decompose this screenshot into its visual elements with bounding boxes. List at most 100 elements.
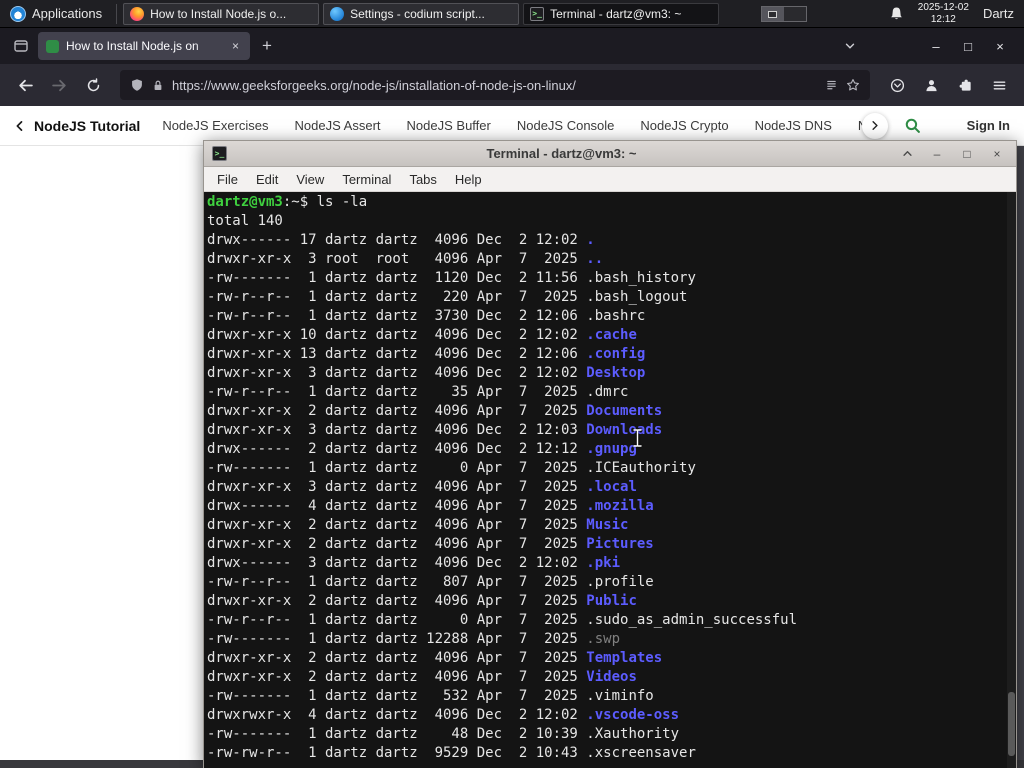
terminal-minimize-button[interactable]: – — [926, 144, 948, 164]
file-attributes: -rw------- 1 dartz dartz 1120 Dec 2 11:5… — [207, 270, 587, 286]
terminal-maximize-button[interactable]: □ — [956, 144, 978, 164]
subnav-item[interactable]: NodeJS Console — [517, 118, 615, 133]
file-name: .swp — [586, 631, 621, 647]
file-name: Templates — [586, 650, 663, 666]
terminal-output-line: drwxr-xr-x 2 dartz dartz 4096 Apr 7 2025… — [207, 649, 1016, 668]
file-name: Public — [586, 593, 637, 609]
menu-help[interactable]: Help — [446, 172, 491, 187]
browser-maximize-button[interactable]: □ — [952, 31, 984, 61]
subnav-item[interactable]: NodeJS Assert — [295, 118, 381, 133]
taskbar-window-settings[interactable]: Settings - codium script... — [323, 2, 520, 25]
menu-view[interactable]: View — [287, 172, 333, 187]
menu-file[interactable]: File — [208, 172, 247, 187]
notification-bell-icon[interactable] — [889, 6, 904, 21]
terminal-output-line: drwx------ 3 dartz dartz 4096 Dec 2 12:0… — [207, 554, 1016, 573]
file-attributes: drwx------ 17 dartz dartz 4096 Dec 2 12:… — [207, 232, 587, 248]
terminal-scrollbar[interactable] — [1007, 192, 1016, 768]
sign-in-button[interactable]: Sign In — [967, 118, 1010, 133]
forward-button[interactable] — [44, 70, 74, 100]
taskbar-window-terminal[interactable]: >_ Terminal - dartz@vm3: ~ — [523, 2, 720, 25]
terminal-titlebar[interactable]: >_ Terminal - dartz@vm3: ~ – □ × — [204, 141, 1016, 167]
file-attributes: -rw------- 1 dartz dartz 48 Dec 2 10:39 — [207, 726, 587, 742]
terminal-close-button[interactable]: × — [986, 144, 1008, 164]
subnav-item[interactable]: NodeJS Buffer — [407, 118, 491, 133]
reload-button[interactable] — [78, 70, 108, 100]
terminal-output-line: -rw------- 1 dartz dartz 48 Dec 2 10:39 … — [207, 725, 1016, 744]
menu-tabs[interactable]: Tabs — [400, 172, 445, 187]
url-bar[interactable]: https://www.geeksforgeeks.org/node-js/in… — [120, 70, 870, 100]
terminal-window-icon[interactable]: >_ — [212, 146, 227, 161]
menu-edit[interactable]: Edit — [247, 172, 287, 187]
browser-tab-active[interactable]: How to Install Node.js on × — [38, 32, 250, 60]
taskbar-status-area: 2025-12-02 12:12 Dartz — [889, 2, 1024, 26]
firefox-view-icon[interactable] — [8, 33, 34, 59]
file-name: .bash_logout — [586, 289, 688, 305]
terminal-window: >_ Terminal - dartz@vm3: ~ – □ × File Ed… — [203, 140, 1017, 768]
nav-scroll-right-chevron-icon[interactable] — [861, 112, 888, 139]
new-tab-button[interactable]: + — [254, 33, 280, 59]
back-button[interactable] — [10, 70, 40, 100]
terminal-output-line: -rw-r--r-- 1 dartz dartz 3730 Dec 2 12:0… — [207, 307, 1016, 326]
panel-clock[interactable]: 2025-12-02 12:12 — [918, 2, 969, 26]
search-icon[interactable] — [904, 117, 921, 134]
padlock-icon[interactable] — [152, 79, 164, 92]
file-attributes: drwxr-xr-x 3 dartz dartz 4096 Dec 2 12:0… — [207, 422, 587, 438]
applications-menu-button[interactable]: Applications — [0, 0, 112, 27]
file-name: .Xauthority — [586, 726, 680, 742]
extensions-puzzle-icon[interactable] — [950, 70, 980, 100]
tracking-protection-shield-icon[interactable] — [130, 78, 144, 92]
terminal-output-line: drwxr-xr-x 13 dartz dartz 4096 Dec 2 12:… — [207, 345, 1016, 364]
subnav-items: NodeJS Exercises NodeJS Assert NodeJS Bu… — [162, 118, 875, 133]
terminal-scrollbar-thumb[interactable] — [1008, 692, 1015, 756]
file-name: .cache — [586, 327, 637, 343]
user-menu[interactable]: Dartz — [983, 6, 1014, 21]
terminal-shade-button[interactable] — [896, 144, 918, 164]
clock-date: 2025-12-02 — [917, 1, 969, 13]
file-attributes: -rw-r--r-- 1 dartz dartz 0 Apr 7 2025 — [207, 612, 587, 628]
subnav-item-active[interactable]: NodeJS Tutorial — [34, 118, 140, 134]
account-icon[interactable] — [916, 70, 946, 100]
menu-terminal[interactable]: Terminal — [333, 172, 400, 187]
file-name: .profile — [586, 574, 654, 590]
terminal-output-line: -rw-r--r-- 1 dartz dartz 35 Apr 7 2025 .… — [207, 383, 1016, 402]
file-name: Downloads — [586, 422, 663, 438]
bookmark-star-icon[interactable] — [846, 78, 860, 92]
file-attributes: drwxr-xr-x 2 dartz dartz 4096 Apr 7 2025 — [207, 650, 587, 666]
workspace-2[interactable] — [784, 6, 807, 21]
taskbar-window-firefox[interactable]: How to Install Node.js o... — [123, 2, 320, 25]
page-scrollbar[interactable] — [1017, 146, 1024, 760]
file-attributes: drwx------ 4 dartz dartz 4096 Apr 7 2025 — [207, 498, 587, 514]
reader-mode-icon[interactable] — [825, 79, 838, 92]
file-name: .xscreensaver — [586, 745, 696, 761]
file-attributes: drwxr-xr-x 2 dartz dartz 4096 Apr 7 2025 — [207, 669, 587, 685]
file-attributes: -rw------- 1 dartz dartz 0 Apr 7 2025 — [207, 460, 587, 476]
tab-close-icon[interactable]: × — [229, 38, 242, 54]
subnav-item[interactable]: NodeJS DNS — [755, 118, 832, 133]
prompt-user-host: dartz@vm3 — [207, 194, 283, 210]
file-name: . — [586, 232, 595, 248]
xubuntu-logo-icon — [10, 5, 26, 22]
subnav-item[interactable]: NodeJS Crypto — [640, 118, 728, 133]
browser-close-button[interactable]: × — [984, 31, 1016, 61]
terminal-output-line: drwxr-xr-x 2 dartz dartz 4096 Apr 7 2025… — [207, 668, 1016, 687]
file-name: .. — [586, 251, 604, 267]
nav-scroll-left-chevron-icon[interactable] — [14, 119, 26, 133]
taskbar-window-label: How to Install Node.js o... — [150, 6, 287, 21]
menu-hamburger-icon[interactable] — [984, 70, 1014, 100]
workspace-1[interactable] — [762, 6, 785, 21]
terminal-screen[interactable]: dartz@vm3:~$ ls -la total 140 drwx------ 1… — [204, 192, 1016, 768]
geeksforgeeks-favicon — [46, 39, 59, 53]
file-attributes: -rw-r--r-- 1 dartz dartz 35 Apr 7 2025 — [207, 384, 587, 400]
terminal-listing: drwx------ 17 dartz dartz 4096 Dec 2 12:… — [207, 231, 1016, 763]
navigation-toolbar: https://www.geeksforgeeks.org/node-js/in… — [0, 64, 1024, 106]
pocket-icon[interactable] — [882, 70, 912, 100]
browser-minimize-button[interactable]: – — [920, 31, 952, 61]
taskbar: Applications How to Install Node.js o...… — [0, 0, 1024, 28]
terminal-output-line: drwxr-xr-x 2 dartz dartz 4096 Apr 7 2025… — [207, 535, 1016, 554]
subnav-item[interactable]: NodeJS Exercises — [162, 118, 268, 133]
list-all-tabs-chevron-icon[interactable] — [836, 33, 864, 59]
file-attributes: drwxr-xr-x 2 dartz dartz 4096 Apr 7 2025 — [207, 536, 587, 552]
file-attributes: drwxrwxr-x 4 dartz dartz 4096 Dec 2 12:0… — [207, 707, 587, 723]
terminal-output-line: drwxr-xr-x 2 dartz dartz 4096 Apr 7 2025… — [207, 402, 1016, 421]
terminal-output-line: drwxr-xr-x 3 dartz dartz 4096 Dec 2 12:0… — [207, 364, 1016, 383]
